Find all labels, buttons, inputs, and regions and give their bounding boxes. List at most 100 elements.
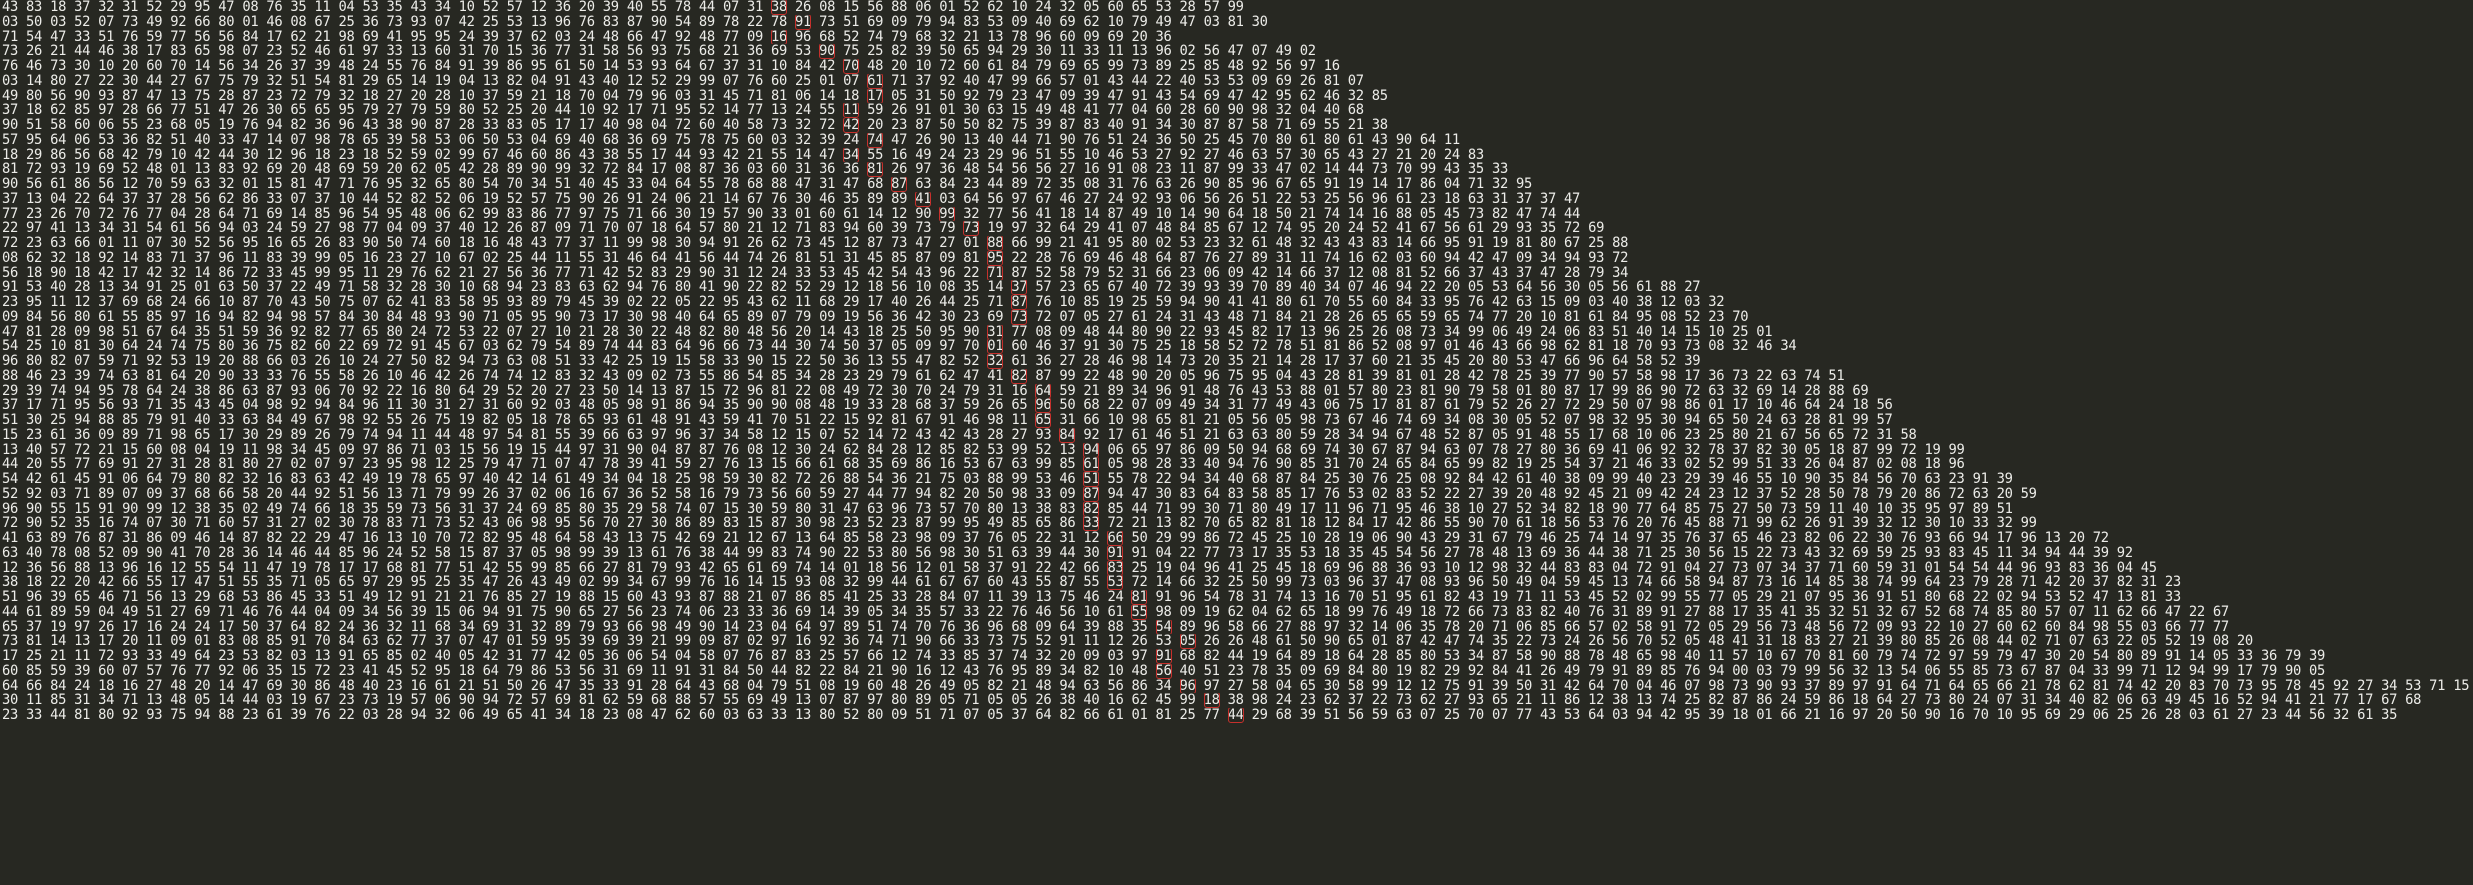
number-cell: 48 <box>1612 649 1629 664</box>
number-cell: 78 <box>674 0 691 15</box>
number-cell: 40 <box>1636 324 1653 340</box>
number-cell: 82 <box>771 472 788 487</box>
number-cell: 52 <box>867 516 884 531</box>
number-cell: 09 <box>146 486 163 502</box>
number-cell: 55 <box>1059 147 1076 163</box>
number-cell: 27 <box>1227 678 1244 694</box>
number-cell: 53 <box>1203 73 1220 89</box>
number-cell: 38 <box>698 545 715 561</box>
number-cell: 87 <box>530 221 547 236</box>
number-cell: 68 <box>1179 649 1196 664</box>
number-cell: 03 <box>746 162 763 177</box>
number-cell: 56 <box>1011 162 1028 177</box>
number-cell: 24 <box>1972 693 1989 708</box>
number-cell: 45 <box>1588 486 1605 502</box>
number-cell: 83 <box>771 545 788 561</box>
number-cell: 49 <box>1131 206 1148 222</box>
number-cell: 74 <box>506 368 523 384</box>
number-cell: 39 <box>578 427 595 443</box>
number-cell: 75 <box>650 531 667 546</box>
number-cell: 61 <box>50 177 67 192</box>
number-cell: 25 <box>26 649 43 664</box>
number-cell: 27 <box>290 516 307 531</box>
number-cell: 22 <box>1035 560 1052 576</box>
number-cell: 58 <box>698 649 715 664</box>
number-cell: 50 <box>1756 501 1773 517</box>
number-cell: 10 <box>915 59 932 74</box>
number-cell: 78 <box>771 14 788 30</box>
number-cell: 58 <box>602 44 619 59</box>
number-cell: 22 <box>1011 250 1028 266</box>
number-cell: 47 <box>1179 14 1196 30</box>
number-cell: 51 <box>1852 604 1869 620</box>
number-cell: 24 <box>1035 0 1052 15</box>
number-cell: 22 <box>290 531 307 546</box>
number-cell: 51 <box>338 486 355 502</box>
number-cell: 39 <box>386 132 403 148</box>
number-cell: 09 <box>2 309 19 325</box>
number-cell: 14 <box>266 545 283 561</box>
number-cell: 52 <box>843 708 860 723</box>
number-cell: 66 <box>1299 265 1316 281</box>
number-cell: 48 <box>458 427 475 443</box>
number-cell: 31 <box>2020 693 2037 708</box>
number-cell: 61 <box>1347 132 1364 148</box>
number-cell: 60 <box>98 663 115 679</box>
number-cell: 43 <box>1155 88 1172 104</box>
number-cell: 17 <box>578 118 595 133</box>
number-cell: 23 <box>963 147 980 163</box>
number-cell: 67 <box>482 147 499 163</box>
number-cell: 08 <box>170 442 187 458</box>
number-cell: 21 <box>1612 457 1629 472</box>
number-cell: 37 <box>1756 486 1773 502</box>
number-cell: 45 <box>1371 545 1388 561</box>
number-cell: 82 <box>410 191 427 207</box>
number-cell: 35 <box>2381 708 2398 723</box>
number-cell: 81 <box>74 339 91 354</box>
number-cell: 67 <box>1347 413 1364 428</box>
number-cell: 88 <box>578 590 595 605</box>
number-cell: 43 <box>410 0 427 15</box>
number-cell: 74 <box>867 634 884 649</box>
number-cell: 87 <box>1011 265 1028 281</box>
number-cell: 31 <box>1491 191 1508 207</box>
number-cell: 66 <box>2164 619 2181 635</box>
number-cell: 25 <box>1443 708 1460 723</box>
number-cell: 95 <box>963 516 980 531</box>
number-cell: 54 <box>746 368 763 384</box>
number-cell: 86 <box>314 678 331 694</box>
number-cell: 22 <box>819 663 836 679</box>
number-cell: 70 <box>1203 516 1220 531</box>
number-cell: 55 <box>650 0 667 15</box>
number-cell: 10 <box>1996 708 2013 723</box>
number-cell: 57 <box>722 206 739 222</box>
number-cell: 97 <box>819 619 836 635</box>
highlighted-number: 96 <box>1035 398 1052 413</box>
number-cell: 62 <box>1131 693 1148 708</box>
number-cell: 25 <box>867 590 884 605</box>
number-cell: 50 <box>987 486 1004 502</box>
highlighted-number: 82 <box>1011 368 1028 384</box>
number-cell: 40 <box>1852 501 1869 517</box>
number-cell: 24 <box>1780 693 1797 708</box>
number-cell: 95 <box>74 398 91 413</box>
number-cell: 19 <box>434 73 451 89</box>
number-cell: 92 <box>1467 663 1484 679</box>
number-cell: 12 <box>482 221 499 236</box>
number-cell: 62 <box>987 0 1004 15</box>
number-cell: 96 <box>698 339 715 354</box>
number-cell: 11 <box>1107 44 1124 59</box>
highlighted-number: 66 <box>1107 531 1124 546</box>
number-cell: 58 <box>746 118 763 133</box>
number-cell: 23 <box>146 118 163 133</box>
number-cell: 48 <box>506 236 523 251</box>
number-cell: 01 <box>1131 708 1148 723</box>
number-cell: 13 <box>795 708 812 723</box>
number-cell: 21 <box>1299 309 1316 325</box>
triangle-row: 37 18 62 85 97 28 66 77 51 47 26 30 65 6… <box>2 103 2471 118</box>
number-cell: 76 <box>362 177 379 192</box>
number-cell: 36 <box>963 619 980 635</box>
number-cell: 22 <box>698 295 715 310</box>
number-cell: 98 <box>290 309 307 325</box>
number-cell: 98 <box>650 619 667 635</box>
